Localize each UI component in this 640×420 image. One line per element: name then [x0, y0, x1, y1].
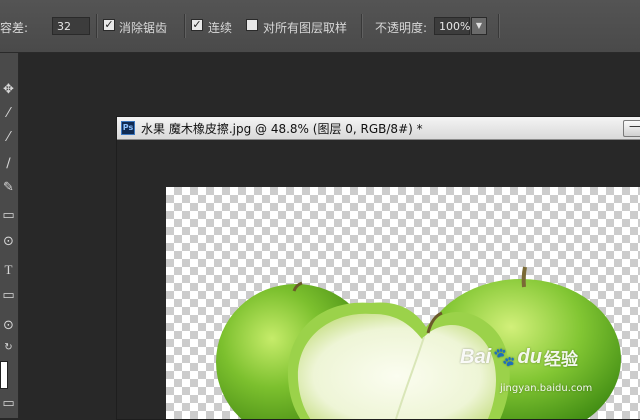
baidu-logo-suffix: du: [517, 346, 542, 368]
screen-mode-icon[interactable]: ▭: [0, 393, 17, 415]
brush-icon[interactable]: ∕: [0, 153, 17, 175]
anti-alias-checkbox[interactable]: ✓: [103, 19, 115, 31]
opacity-label: 不透明度:: [375, 20, 428, 35]
divider: [96, 14, 98, 38]
baidu-logo: Bai: [460, 346, 492, 368]
baidu-jingyan-text: 经验: [543, 350, 578, 370]
gradient-icon[interactable]: ▭: [0, 205, 17, 227]
divider: [498, 14, 500, 38]
paw-icon: 🐾: [493, 347, 516, 368]
tolerance-label: 容差:: [0, 20, 29, 35]
document-window: Ps 水果 魔木橡皮擦.jpg @ 48.8% (图层 0, RGB/8#) *…: [116, 116, 640, 420]
zoom-icon[interactable]: ⊙: [0, 315, 17, 337]
divider: [361, 14, 363, 38]
opacity-dropdown-arrow-icon[interactable]: ▼: [471, 17, 487, 35]
eyedropper-icon[interactable]: ⁄: [0, 127, 17, 149]
document-title: 水果 魔木橡皮擦.jpg @ 48.8% (图层 0, RGB/8#) *: [141, 122, 423, 136]
opacity-input[interactable]: 100%: [434, 17, 470, 35]
tolerance-input[interactable]: 32: [52, 17, 90, 35]
rectangle-icon[interactable]: ▭: [0, 285, 17, 307]
document-title-bar[interactable]: Ps 水果 魔木橡皮擦.jpg @ 48.8% (图层 0, RGB/8#) *…: [117, 117, 640, 140]
brush-icon[interactable]: ⁄: [0, 103, 17, 125]
foreground-color-swatch[interactable]: [0, 361, 8, 389]
contiguous-checkbox[interactable]: ✓: [191, 19, 203, 31]
options-bar: 容差: 32 ✓ 消除锯齿 ✓ 连续 对所有图层取样 不透明度: 100% ▼: [0, 0, 640, 53]
right-apple-stem: [521, 266, 527, 288]
minimize-button[interactable]: —: [623, 120, 640, 137]
type-icon[interactable]: T: [0, 259, 17, 281]
sample-all-layers-label: 对所有图层取样: [263, 20, 348, 35]
tools-panel: ✥ ⁄ ⁄ ∕ ✎ ▭ ⊙ T ▭ ⊙ ↻ ▭: [0, 53, 19, 418]
divider: [184, 14, 186, 38]
watermark-url: jingyan.baidu.com: [500, 383, 593, 394]
anti-alias-label: 消除锯齿: [119, 20, 168, 35]
rotate-icon[interactable]: ↻: [0, 337, 17, 359]
contiguous-label: 连续: [208, 20, 233, 35]
photoshop-icon: Ps: [121, 121, 135, 135]
pen-icon[interactable]: ✎: [0, 177, 17, 199]
move-icon[interactable]: ✥: [0, 79, 17, 101]
baidu-watermark: Bai 🐾 du 经验: [460, 345, 578, 370]
magnifier-icon[interactable]: ⊙: [0, 231, 17, 253]
canvas-area[interactable]: [117, 140, 640, 419]
sample-all-layers-checkbox[interactable]: [246, 19, 258, 31]
